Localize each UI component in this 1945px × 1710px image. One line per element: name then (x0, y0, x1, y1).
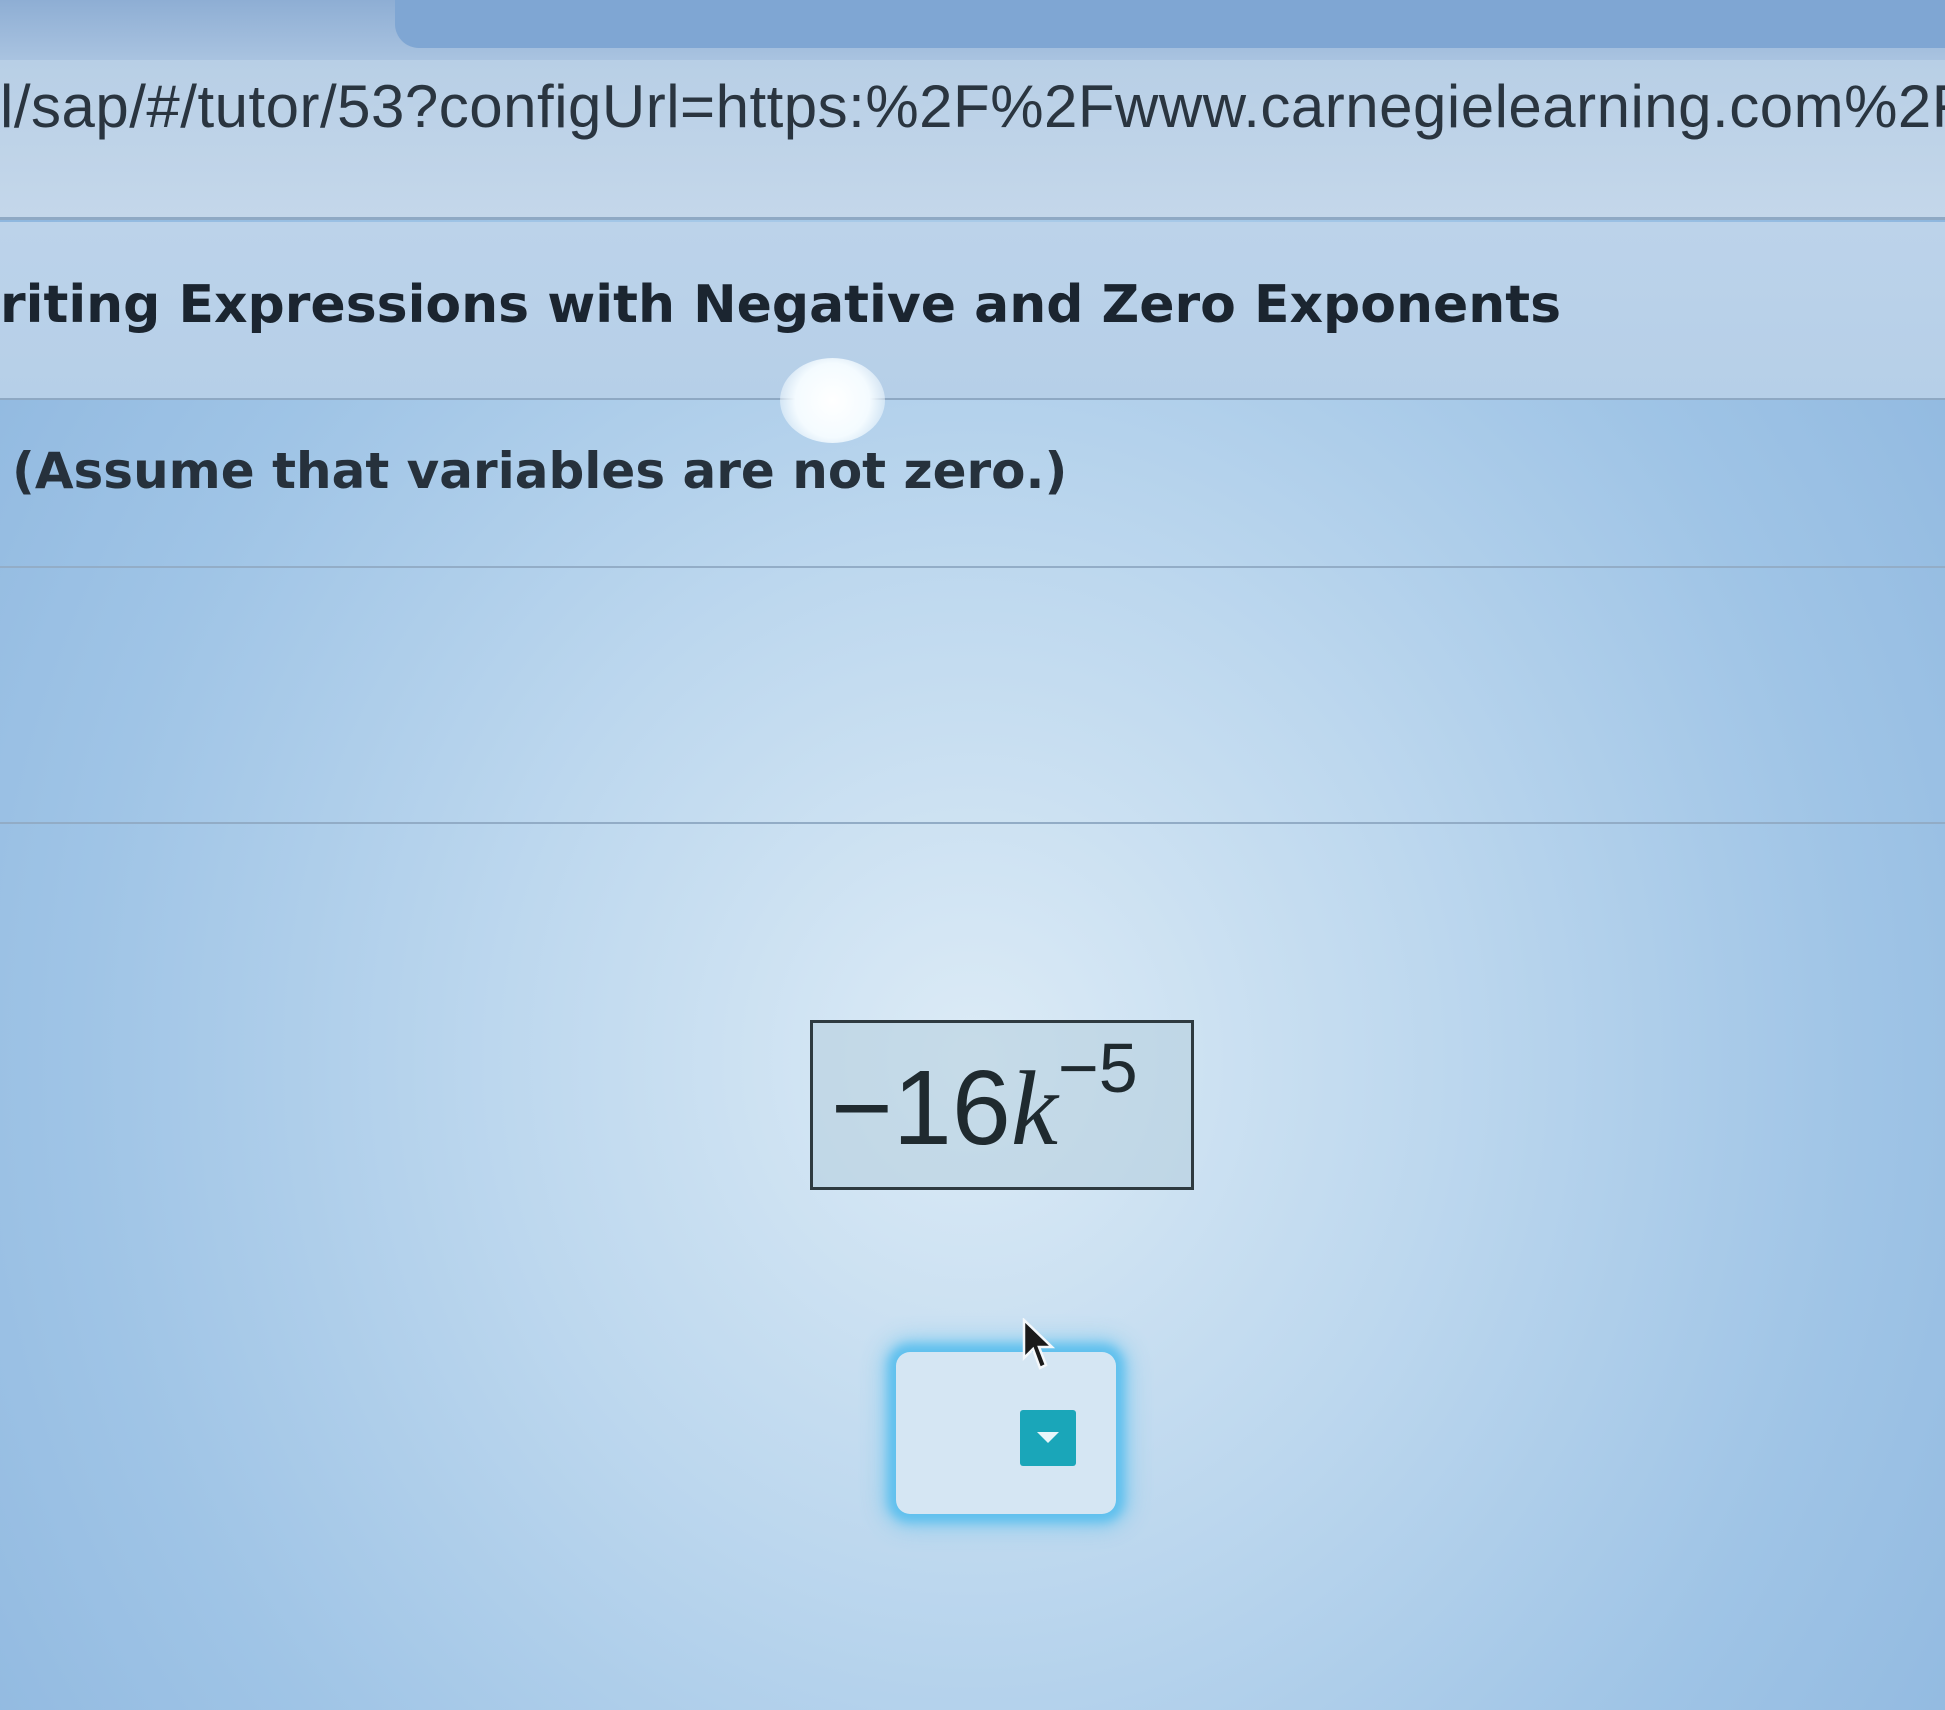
browser-top-strip (0, 0, 1945, 60)
expression: −16k−5 (831, 1033, 1138, 1162)
address-bar-url[interactable]: l/sap/#/tutor/53?configUrl=https:%2F%2Fw… (0, 72, 1945, 141)
expression-box: −16k−5 (810, 1020, 1194, 1190)
expression-exponent: −5 (1057, 1029, 1138, 1107)
chevron-down-icon[interactable] (1020, 1410, 1076, 1466)
answer-dropdown[interactable] (896, 1352, 1116, 1514)
section-divider (0, 822, 1945, 824)
mouse-pointer-icon (1022, 1318, 1056, 1370)
page-title: riting Expressions with Negative and Zer… (0, 275, 1562, 335)
expression-variable: k (1010, 1050, 1058, 1167)
browser-tab[interactable] (395, 0, 1945, 48)
instruction-text: (Assume that variables are not zero.) (12, 442, 1068, 500)
expression-coefficient: −16 (831, 1049, 1011, 1167)
